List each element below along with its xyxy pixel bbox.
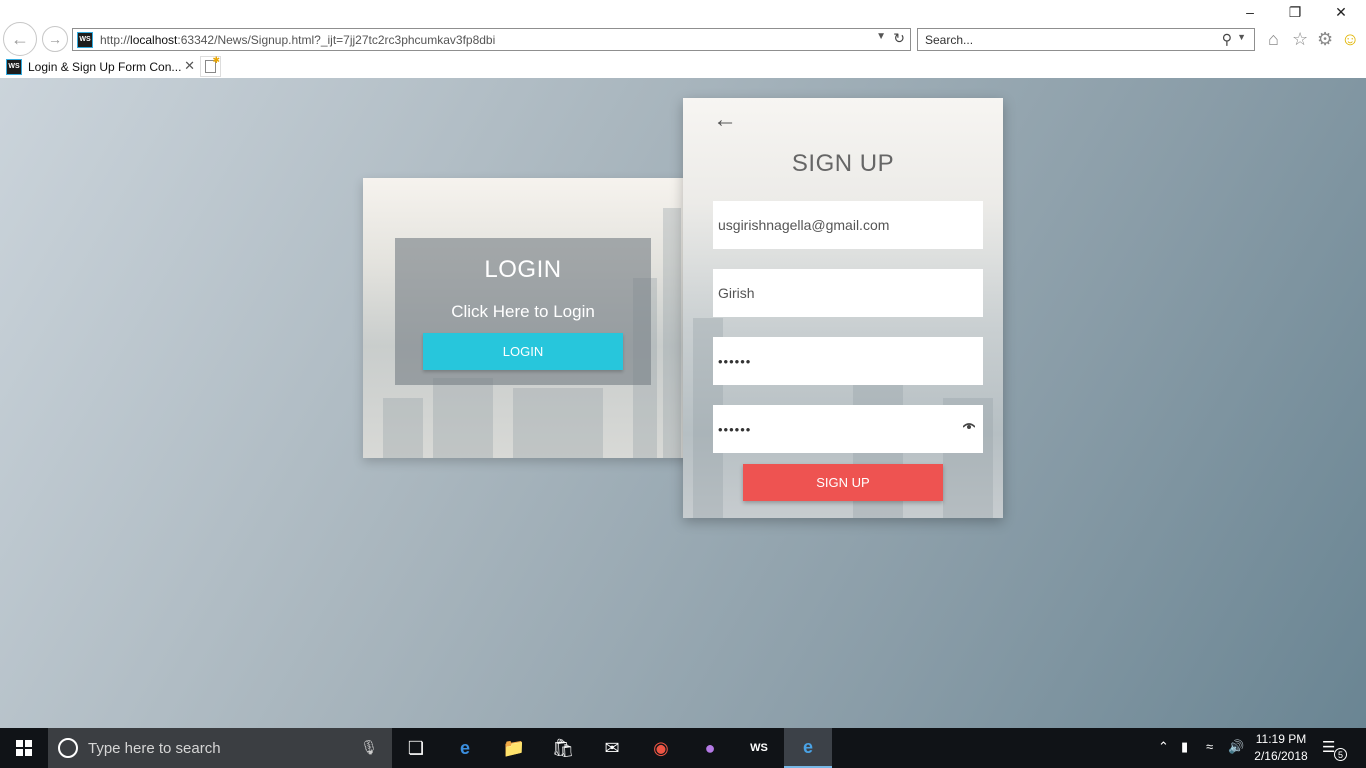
- favorites-star-icon[interactable]: ☆: [1292, 29, 1308, 50]
- tab-close-icon[interactable]: ✕: [184, 58, 195, 74]
- email-field[interactable]: usgirishnagella@gmail.com: [713, 201, 983, 249]
- file-explorer-icon[interactable]: 📁: [490, 728, 538, 768]
- home-icon[interactable]: ⌂: [1268, 29, 1279, 50]
- clock-time: 11:19 PM: [1255, 732, 1307, 746]
- city-skyline-decoration: [433, 378, 493, 458]
- login-button[interactable]: LOGIN: [423, 333, 623, 370]
- chrome-icon[interactable]: ◉: [637, 728, 685, 768]
- back-button[interactable]: ←: [3, 22, 37, 56]
- login-title: LOGIN: [484, 256, 562, 283]
- task-view-icon[interactable]: ❏: [392, 728, 440, 768]
- search-icon[interactable]: ⚲: [1222, 31, 1232, 48]
- cortana-icon: [58, 738, 78, 758]
- confirm-password-field[interactable]: ••••••: [713, 405, 983, 453]
- signup-button[interactable]: SIGN UP: [743, 464, 943, 501]
- close-window-button[interactable]: ✕: [1331, 4, 1351, 21]
- battery-icon[interactable]: ▮: [1181, 739, 1188, 755]
- tab-favicon-icon: WS: [6, 58, 22, 75]
- windows-logo-icon: [16, 740, 32, 756]
- github-icon[interactable]: ●: [686, 728, 734, 768]
- clock-date: 2/16/2018: [1254, 749, 1308, 763]
- taskbar: Type here to search 🎙 ❏ e 📁 🛍 ✉ ◉ ● WS e…: [0, 728, 1366, 768]
- mail-icon[interactable]: ✉: [588, 728, 636, 768]
- back-arrow-icon: ←: [11, 28, 29, 49]
- site-favicon-icon: WS: [77, 31, 93, 48]
- browser-search-placeholder: Search...: [925, 32, 974, 47]
- forward-arrow-icon: →: [48, 31, 62, 47]
- taskbar-search-placeholder: Type here to search: [88, 739, 221, 757]
- wifi-icon[interactable]: ≈: [1206, 739, 1213, 754]
- notification-count-badge: 5: [1334, 748, 1347, 761]
- login-panel: LOGIN Click Here to Login LOGIN: [363, 178, 693, 458]
- microphone-icon[interactable]: 🎙: [360, 739, 378, 756]
- browser-tab[interactable]: WS Login & Sign Up Form Con... ✕: [2, 56, 198, 77]
- new-tab-icon: ✱: [205, 55, 220, 73]
- store-icon[interactable]: 🛍: [539, 728, 587, 768]
- new-tab-button[interactable]: ✱: [200, 55, 221, 77]
- address-bar[interactable]: WS http://localhost:63342/News/Signup.ht…: [72, 28, 911, 51]
- edge-icon[interactable]: e: [441, 728, 489, 768]
- page-viewport: LOGIN Click Here to Login LOGIN ← SIGN U…: [0, 78, 1366, 728]
- restore-button[interactable]: ❐: [1285, 4, 1305, 21]
- name-field[interactable]: Girish: [713, 269, 983, 317]
- settings-gear-icon[interactable]: ⚙: [1317, 29, 1333, 50]
- address-dropdown-icon[interactable]: ▼: [876, 31, 886, 42]
- show-hidden-icons-chevron-icon[interactable]: ⌃: [1158, 739, 1169, 755]
- taskbar-clock[interactable]: 11:19 PM 2/16/2018: [1252, 731, 1310, 765]
- browser-chrome: – ❐ ✕ ← → WS http://localhost:63342/News…: [0, 0, 1366, 78]
- signup-title: SIGN UP: [791, 150, 895, 177]
- city-skyline-decoration: [383, 398, 423, 458]
- refresh-icon[interactable]: ↻: [893, 30, 905, 47]
- minimize-button[interactable]: –: [1240, 4, 1260, 20]
- internet-explorer-icon[interactable]: e: [784, 728, 832, 768]
- back-arrow-icon[interactable]: ←: [713, 106, 737, 134]
- smiley-feedback-icon[interactable]: ☺: [1341, 29, 1359, 50]
- signup-panel: ← SIGN UP usgirishnagella@gmail.com Giri…: [683, 98, 1003, 518]
- tab-title: Login & Sign Up Form Con...: [28, 59, 182, 74]
- confirm-password-value: ••••••: [718, 421, 752, 437]
- taskbar-search-box[interactable]: Type here to search 🎙: [48, 728, 392, 768]
- reveal-password-eye-icon[interactable]: [963, 422, 975, 430]
- url-text[interactable]: http://localhost:63342/News/Signup.html?…: [100, 33, 495, 47]
- forward-button[interactable]: →: [42, 26, 68, 52]
- city-skyline-decoration: [513, 388, 603, 458]
- city-skyline-decoration: [663, 208, 681, 458]
- login-subtitle: Click Here to Login: [451, 302, 595, 321]
- volume-icon[interactable]: 🔊: [1228, 739, 1244, 755]
- browser-search-field[interactable]: Search... ⚲ ▼: [917, 28, 1255, 51]
- login-box: LOGIN Click Here to Login LOGIN: [395, 238, 651, 385]
- start-button[interactable]: [0, 728, 48, 768]
- password-field[interactable]: ••••••: [713, 337, 983, 385]
- search-dropdown-icon[interactable]: ▼: [1237, 32, 1246, 42]
- webstorm-icon[interactable]: WS: [735, 728, 783, 768]
